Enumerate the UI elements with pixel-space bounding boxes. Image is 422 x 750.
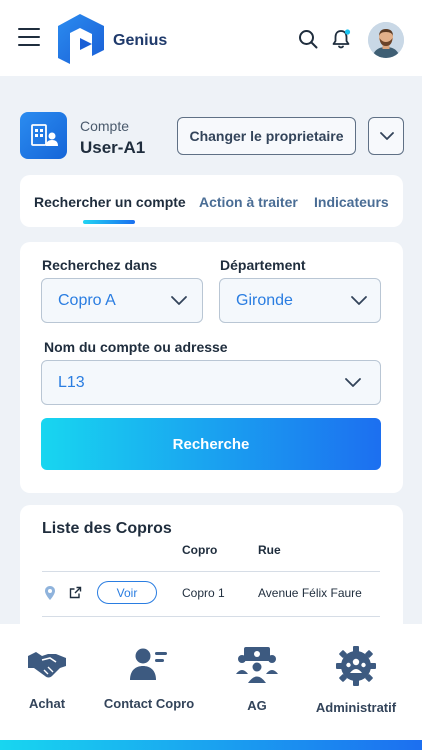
department-select[interactable]: Gironde: [219, 278, 381, 323]
building-user-icon: [20, 112, 67, 159]
account-name-label: Nom du compte ou adresse: [44, 339, 228, 355]
menu-icon[interactable]: [18, 28, 40, 48]
nav-label-ag: AG: [247, 698, 267, 713]
rue-cell: Avenue Félix Faure: [258, 586, 362, 600]
nav-item-ag[interactable]: AG: [236, 646, 278, 713]
bottom-accent-bar: [0, 740, 422, 750]
search-in-label: Recherchez dans: [42, 257, 158, 273]
meeting-icon: [236, 647, 278, 683]
copro-cell: Copro 1: [182, 586, 225, 600]
department-value: Gironde: [236, 292, 293, 309]
genius-logo: [58, 14, 104, 64]
nav-label-contact-copro: Contact Copro: [103, 696, 195, 711]
search-in-select[interactable]: Copro A: [41, 278, 203, 323]
account-name-select[interactable]: L13: [41, 360, 381, 405]
search-in-value: Copro A: [58, 292, 116, 309]
search-icon[interactable]: [298, 29, 318, 49]
handshake-icon: [28, 652, 66, 678]
tab-search-account[interactable]: Rechercher un compte: [34, 194, 186, 210]
department-label: Département: [220, 257, 306, 273]
bottom-navigation: Achat Contact Copro AG Administratif: [0, 624, 422, 740]
account-dropdown-button[interactable]: [368, 117, 404, 155]
contact-icon: [130, 648, 167, 680]
nav-item-administratif[interactable]: Administratif: [312, 646, 400, 715]
divider: [42, 616, 380, 617]
search-form: Recherchez dans Département Copro A Giro…: [20, 242, 403, 493]
account-kicker: Compte: [80, 118, 130, 134]
gear-people-icon: [336, 646, 376, 686]
chevron-down-icon: [351, 296, 367, 305]
nav-label-achat: Achat: [28, 696, 66, 711]
nav-item-contact-copro[interactable]: Contact Copro: [99, 646, 199, 711]
column-header-copro: Copro: [182, 543, 218, 557]
tab-bar: Rechercher un compte Action à traiter In…: [20, 175, 403, 227]
notification-bell-icon[interactable]: [331, 28, 351, 50]
view-button[interactable]: Voir: [97, 581, 157, 604]
search-button[interactable]: Recherche: [41, 418, 381, 470]
avatar[interactable]: [368, 22, 404, 58]
brand-name: Genius: [113, 32, 168, 49]
divider: [42, 571, 380, 572]
app-header: Genius: [0, 0, 422, 76]
tab-indicators[interactable]: Indicateurs: [314, 194, 389, 210]
account-summary: Compte User-A1 Changer le proprietaire: [20, 112, 404, 160]
chevron-down-icon: [171, 296, 187, 305]
chevron-down-icon: [345, 378, 361, 387]
tab-actions-to-process[interactable]: Action à traiter: [199, 194, 298, 210]
account-name: User-A1: [80, 138, 146, 157]
chevron-down-icon: [380, 132, 394, 140]
copro-list: Liste des Copros Copro Rue Voir Copro 1 …: [20, 505, 403, 624]
nav-item-achat[interactable]: Achat: [24, 646, 70, 711]
list-title: Liste des Copros: [42, 520, 172, 537]
external-link-icon[interactable]: [69, 586, 82, 599]
column-header-rue: Rue: [258, 543, 281, 557]
map-pin-icon[interactable]: [44, 585, 56, 601]
change-owner-button[interactable]: Changer le proprietaire: [177, 117, 356, 155]
main-content: Compte User-A1 Changer le proprietaire R…: [0, 76, 422, 624]
nav-label-administratif: Administratif: [315, 700, 397, 715]
active-tab-indicator: [83, 220, 135, 224]
account-name-value: L13: [58, 374, 85, 391]
